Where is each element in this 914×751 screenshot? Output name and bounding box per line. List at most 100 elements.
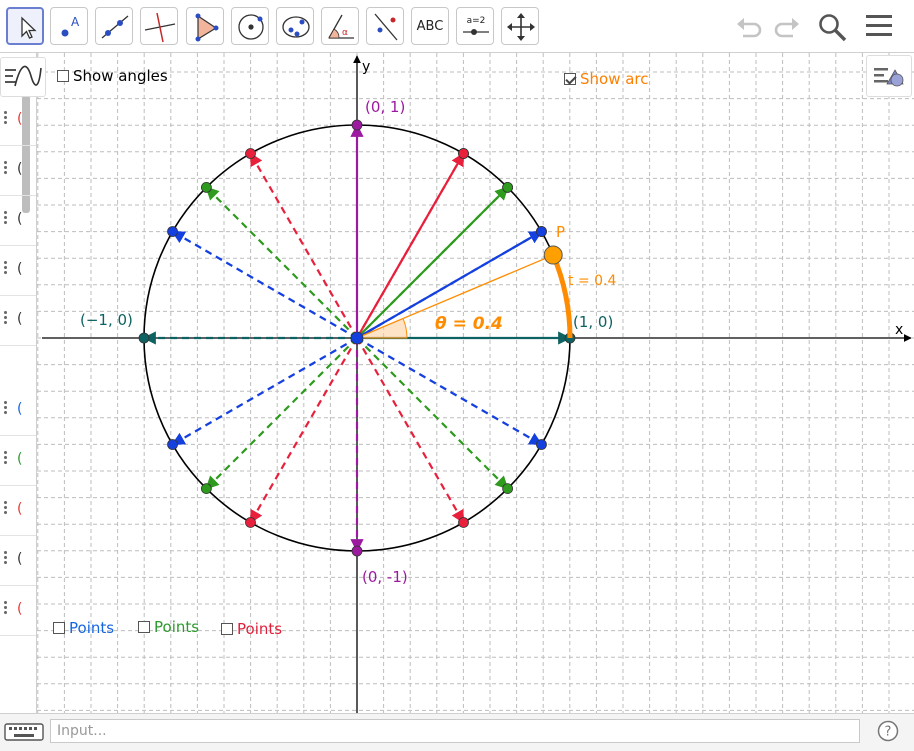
text-tool-button[interactable]: ABC [411, 7, 449, 45]
slider-tool-button[interactable]: a=2 [456, 7, 494, 45]
arc-t [550, 254, 573, 339]
drag-handle-icon[interactable] [4, 401, 7, 416]
keyboard-icon[interactable] [4, 719, 44, 745]
point-red [458, 517, 469, 528]
move-tool-button[interactable] [6, 7, 44, 45]
point-red [245, 148, 256, 159]
algebra-row-marker: ( [17, 111, 23, 127]
vector-green [205, 337, 358, 490]
points-green-checkbox[interactable]: Points [138, 618, 199, 636]
algebra-row[interactable]: ( [0, 537, 36, 586]
reflect-tool-button[interactable] [366, 7, 404, 45]
drag-handle-icon[interactable] [4, 601, 7, 616]
algebra-row-marker: ( [17, 501, 23, 517]
drag-handle-icon[interactable] [4, 211, 7, 226]
algebra-row-marker: ( [17, 161, 23, 177]
point-blue [536, 226, 547, 237]
ellipse-tool-button[interactable] [276, 7, 314, 45]
text-icon: ABC [416, 18, 444, 34]
algebra-row[interactable]: ( [0, 147, 36, 196]
function-graph-icon [5, 65, 42, 87]
algebra-row[interactable]: ( [0, 487, 36, 536]
point-icon: A [61, 15, 80, 37]
circle-center-icon [238, 14, 264, 40]
drag-handle-icon[interactable] [4, 501, 7, 516]
points-blue-checkbox-box[interactable] [53, 622, 65, 634]
points-blue-label: Points [69, 619, 115, 637]
algebra-row[interactable]: ( [0, 437, 36, 486]
polygon-icon [195, 13, 219, 42]
slider-icon: a=2 [463, 16, 489, 35]
point-green [502, 483, 514, 495]
algebra-row-marker: ( [17, 261, 23, 277]
point-red [245, 517, 256, 528]
toolbar: A α ABC a=2 [0, 0, 914, 53]
drag-handle-icon[interactable] [4, 311, 7, 326]
algebra-panel-toggle[interactable] [0, 57, 46, 97]
point-blue [167, 226, 178, 237]
points-red-checkbox[interactable]: Points [221, 620, 282, 638]
input-field[interactable] [50, 719, 860, 743]
algebra-row[interactable]: ( [0, 97, 36, 146]
show-angles-label: Show angles [73, 67, 168, 85]
redo-icon[interactable] [772, 12, 802, 40]
point-tool-button[interactable]: A [50, 7, 88, 45]
move-view-icon [507, 13, 535, 41]
drag-handle-icon[interactable] [4, 551, 7, 566]
points-blue-checkbox[interactable]: Points [53, 619, 114, 637]
vector-green [205, 186, 358, 339]
algebra-row[interactable]: ( [0, 587, 36, 636]
help-icon[interactable]: ? [876, 719, 900, 743]
search-icon[interactable] [816, 12, 850, 42]
algebra-row[interactable]: ( [0, 387, 36, 436]
svg-text:A: A [71, 15, 80, 29]
algebra-row-marker: ( [17, 551, 23, 567]
point-green [200, 483, 212, 495]
points-green-checkbox-box[interactable] [138, 621, 150, 633]
perpendicular-tool-button[interactable] [140, 7, 178, 45]
graphics-style-button[interactable] [866, 55, 912, 97]
svg-text:?: ? [885, 725, 892, 740]
label-theta: θ = 0.4 [435, 314, 503, 334]
circle-tool-button[interactable] [231, 7, 269, 45]
show-arc-checkbox-box[interactable] [564, 73, 576, 85]
label-t: t = 0.4 [568, 273, 616, 289]
points-red-checkbox-box[interactable] [221, 623, 233, 635]
line-tool-button[interactable] [95, 7, 133, 45]
point-red [458, 148, 469, 159]
algebra-row-marker: ( [17, 451, 23, 467]
angle-tool-button[interactable]: α [321, 7, 359, 45]
algebra-row-marker: ( [17, 211, 23, 227]
point-vertical [351, 119, 363, 131]
menu-icon[interactable] [864, 12, 894, 40]
style-bar-icon [874, 68, 904, 87]
origin-point [350, 331, 364, 345]
polygon-tool-button[interactable] [186, 7, 224, 45]
algebra-row[interactable]: ( [0, 197, 36, 246]
algebra-row-marker: ( [17, 601, 23, 617]
show-angles-checkbox-box[interactable] [57, 70, 69, 82]
algebra-row[interactable]: ( [0, 297, 36, 346]
input-bar: ? [0, 713, 914, 751]
drag-handle-icon[interactable] [4, 261, 7, 276]
drag-handle-icon[interactable] [4, 161, 7, 176]
svg-text:α: α [342, 28, 348, 38]
label-bottom: (0, -1) [362, 568, 408, 586]
algebra-row[interactable]: ( [0, 247, 36, 296]
show-arc-checkbox[interactable]: Show arc [564, 70, 649, 88]
unit-circle-plot[interactable]: x y (0, 1) (0, -1) (−1, 0) (1, 0) Pt = 0.4 θ = … [37, 53, 914, 713]
point-green [200, 181, 212, 193]
point-blue [536, 439, 547, 450]
algebra-row-marker: ( [17, 311, 23, 327]
graphics-view[interactable]: x y (0, 1) (0, -1) (−1, 0) (1, 0) Pt = 0.4 θ = … [37, 53, 914, 713]
drag-handle-icon[interactable] [4, 111, 7, 126]
drag-handle-icon[interactable] [4, 451, 7, 466]
show-angles-checkbox[interactable]: Show angles [57, 67, 168, 85]
point-green [502, 181, 514, 193]
label-top: (0, 1) [365, 98, 405, 116]
undo-icon[interactable] [734, 12, 764, 40]
vector-green [356, 337, 509, 490]
move-view-tool-button[interactable] [501, 7, 539, 45]
points-red-label: Points [237, 620, 283, 638]
reflect-icon [374, 13, 398, 41]
